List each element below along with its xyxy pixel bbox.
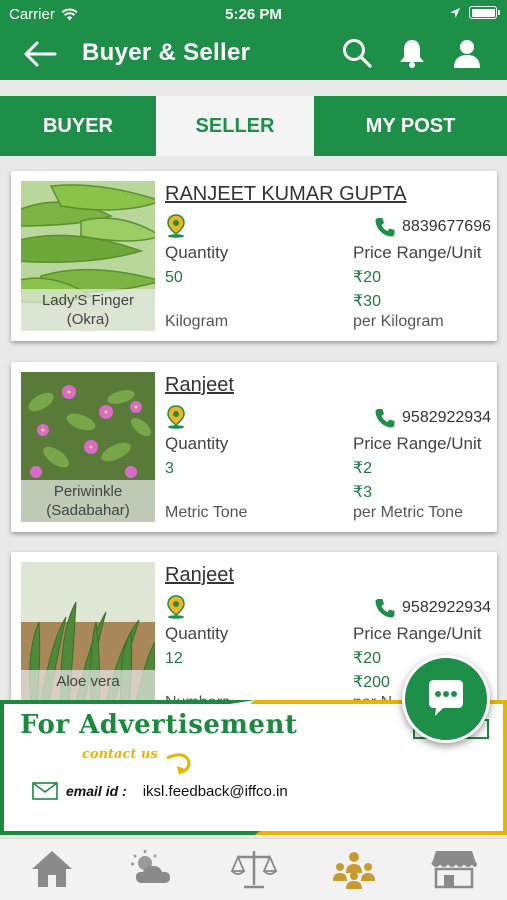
tab-my-post[interactable]: MY POST bbox=[314, 96, 507, 156]
crop-name: Periwinkle (Sadabahar) bbox=[21, 480, 155, 522]
status-right bbox=[449, 6, 500, 19]
phone-icon bbox=[375, 599, 395, 618]
price-max: ₹3 bbox=[353, 484, 373, 501]
phone-number: 8839677696 bbox=[402, 218, 491, 235]
price-label: Price Range/Unit bbox=[353, 624, 482, 643]
price-max: ₹200 bbox=[353, 674, 390, 691]
bell-icon[interactable] bbox=[395, 36, 429, 70]
price-min: ₹20 bbox=[353, 650, 381, 667]
ad-contact-label: contact us bbox=[82, 747, 158, 762]
quantity-value: 12 bbox=[165, 650, 183, 667]
price-min: ₹20 bbox=[353, 269, 381, 286]
tab-buyer[interactable]: BUYER bbox=[0, 96, 156, 156]
phone-contact[interactable]: 8839677696 bbox=[374, 216, 491, 238]
tab-seller[interactable]: SELLER bbox=[156, 96, 314, 156]
back-arrow-icon[interactable] bbox=[22, 38, 58, 70]
phone-contact[interactable]: 9582922934 bbox=[374, 597, 491, 619]
ad-email-address[interactable]: iksl.feedback@iffco.in bbox=[143, 783, 288, 800]
crop-image: Lady'S Finger (Okra) bbox=[21, 181, 155, 331]
price-max: ₹30 bbox=[353, 293, 381, 310]
envelope-icon bbox=[32, 782, 58, 800]
scale-icon[interactable] bbox=[230, 847, 278, 891]
location-arrow-icon bbox=[450, 7, 460, 18]
price-min: ₹2 bbox=[353, 460, 373, 477]
quantity-label: Quantity bbox=[165, 434, 229, 453]
quantity-unit: Metric Tone bbox=[165, 504, 248, 521]
page-title: Buyer & Seller bbox=[82, 39, 251, 66]
price-unit: per Metric Tone bbox=[353, 504, 463, 521]
seller-name[interactable]: Ranjeet bbox=[165, 564, 234, 587]
store-icon[interactable] bbox=[430, 847, 478, 891]
location-pin-icon[interactable] bbox=[165, 405, 187, 429]
user-icon[interactable] bbox=[450, 36, 484, 70]
ad-email-label: email id : bbox=[66, 783, 127, 799]
price-label: Price Range/Unit bbox=[353, 243, 482, 262]
phone-icon bbox=[375, 409, 395, 428]
home-icon[interactable] bbox=[28, 847, 76, 891]
app: Carrier 5:26 PM Buyer & Seller BUYER SEL… bbox=[0, 0, 507, 900]
price-unit: per Kilogram bbox=[353, 313, 444, 330]
ad-email-row[interactable]: email id : iksl.feedback@iffco.in bbox=[32, 782, 288, 800]
listing-card[interactable]: Periwinkle (Sadabahar) Ranjeet 958292293… bbox=[11, 362, 497, 532]
crop-image: Aloe vera bbox=[21, 562, 155, 712]
phone-contact[interactable]: 9582922934 bbox=[374, 407, 491, 429]
quantity-unit: Kilogram bbox=[165, 313, 229, 330]
bottom-nav bbox=[0, 838, 507, 900]
weather-icon[interactable] bbox=[128, 847, 176, 891]
quantity-label: Quantity bbox=[165, 243, 229, 262]
location-pin-icon[interactable] bbox=[165, 214, 187, 238]
chat-button[interactable] bbox=[402, 655, 490, 743]
search-icon[interactable] bbox=[340, 36, 374, 70]
tab-bar: BUYER SELLER MY POST bbox=[0, 96, 507, 156]
listing-card[interactable]: Lady'S Finger (Okra) RANJEET KUMAR GUPTA… bbox=[11, 171, 497, 341]
community-icon[interactable] bbox=[330, 847, 378, 891]
quantity-value: 50 bbox=[165, 269, 183, 286]
quantity-value: 3 bbox=[165, 460, 174, 477]
price-label: Price Range/Unit bbox=[353, 434, 482, 453]
status-time: 5:26 PM bbox=[225, 6, 282, 23]
crop-name: Lady'S Finger (Okra) bbox=[21, 289, 155, 331]
seller-name[interactable]: RANJEET KUMAR GUPTA bbox=[165, 183, 407, 206]
location-pin-icon[interactable] bbox=[165, 595, 187, 619]
phone-icon bbox=[375, 218, 395, 237]
quantity-label: Quantity bbox=[165, 624, 229, 643]
ad-title: For Advertisement bbox=[20, 710, 298, 740]
phone-number: 9582922934 bbox=[402, 599, 491, 616]
chat-icon bbox=[429, 680, 463, 716]
header: Buyer & Seller bbox=[0, 28, 507, 80]
seller-name[interactable]: Ranjeet bbox=[165, 374, 234, 397]
battery-icon bbox=[469, 6, 500, 19]
curved-arrow-icon bbox=[166, 753, 191, 775]
phone-number: 9582922934 bbox=[402, 409, 491, 426]
crop-image: Periwinkle (Sadabahar) bbox=[21, 372, 155, 522]
status-bar: Carrier 5:26 PM bbox=[0, 0, 507, 28]
top-bar: Carrier 5:26 PM Buyer & Seller bbox=[0, 0, 507, 80]
